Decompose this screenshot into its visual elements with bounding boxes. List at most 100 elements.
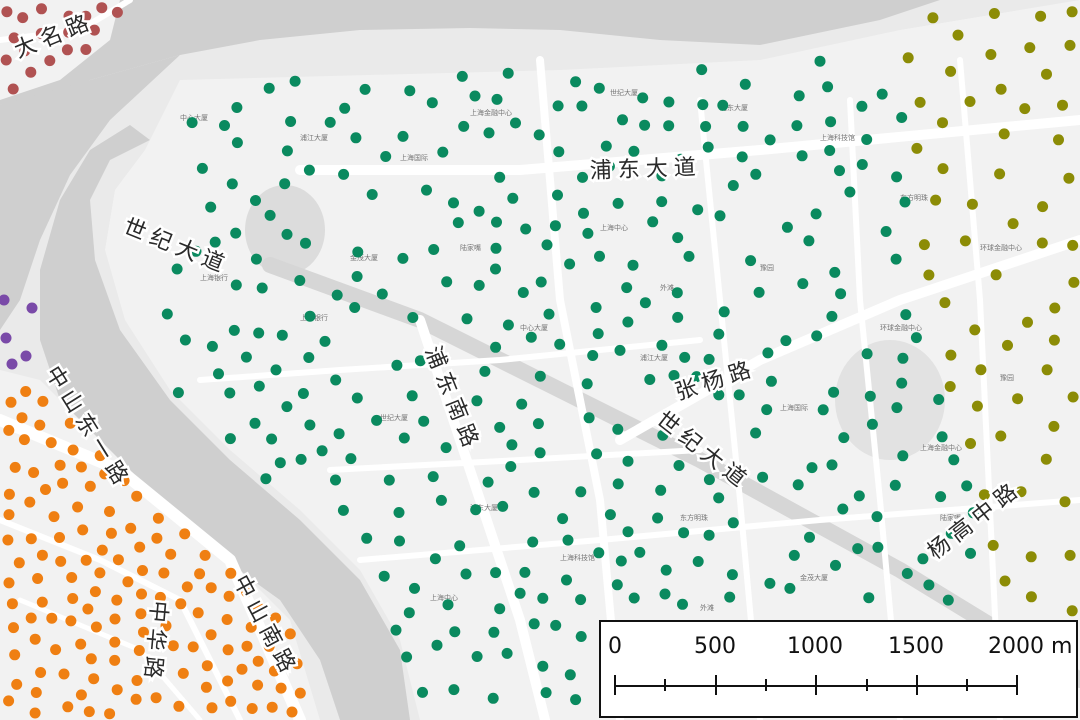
station-point-olive[interactable] (1048, 420, 1060, 432)
station-point-green[interactable] (575, 631, 587, 642)
station-point-green[interactable] (376, 288, 388, 300)
station-point-green[interactable] (697, 99, 709, 111)
station-point-green[interactable] (891, 402, 903, 414)
station-point-green[interactable] (452, 217, 464, 229)
station-point-orange[interactable] (29, 633, 41, 645)
station-point-orange[interactable] (48, 511, 60, 523)
station-point-green[interactable] (683, 250, 695, 262)
station-point-orange[interactable] (2, 534, 14, 546)
station-point-green[interactable] (797, 278, 809, 290)
station-point-brown[interactable] (17, 12, 29, 24)
station-point-green[interactable] (587, 350, 599, 361)
station-point-green[interactable] (622, 526, 634, 538)
station-point-green[interactable] (614, 344, 626, 356)
station-point-orange[interactable] (246, 703, 258, 714)
station-point-green[interactable] (780, 335, 792, 347)
station-point-orange[interactable] (199, 549, 211, 561)
station-point-green[interactable] (228, 324, 240, 336)
station-point-orange[interactable] (5, 396, 17, 408)
station-point-green[interactable] (393, 507, 405, 518)
station-point-green[interactable] (514, 587, 526, 599)
station-point-green[interactable] (621, 282, 633, 294)
station-point-green[interactable] (473, 279, 485, 291)
station-point-green[interactable] (528, 486, 540, 498)
station-point-green[interactable] (739, 78, 751, 90)
station-point-olive[interactable] (966, 198, 978, 210)
station-point-green[interactable] (186, 117, 198, 129)
station-point-olive[interactable] (1067, 391, 1079, 403)
station-point-green[interactable] (656, 339, 668, 351)
station-point-green[interactable] (442, 599, 454, 611)
station-point-green[interactable] (303, 164, 315, 176)
station-point-orange[interactable] (275, 682, 287, 694)
station-point-green[interactable] (856, 159, 868, 170)
station-point-green[interactable] (942, 594, 954, 606)
station-point-brown[interactable] (36, 3, 47, 15)
station-point-green[interactable] (461, 313, 473, 325)
station-point-orange[interactable] (20, 386, 32, 397)
station-point-orange[interactable] (9, 649, 21, 661)
station-point-green[interactable] (297, 388, 309, 399)
station-point-green[interactable] (804, 531, 815, 543)
station-point-green[interactable] (541, 239, 553, 251)
station-point-green[interactable] (352, 246, 364, 258)
station-point-green[interactable] (713, 328, 725, 340)
station-point-olive[interactable] (988, 8, 1000, 19)
station-point-green[interactable] (806, 462, 818, 474)
station-point-green[interactable] (319, 335, 331, 347)
station-point-green[interactable] (418, 415, 430, 427)
station-point-orange[interactable] (266, 701, 278, 713)
station-point-green[interactable] (437, 146, 449, 158)
station-point-green[interactable] (791, 120, 803, 132)
station-point-green[interactable] (534, 370, 546, 382)
station-point-green[interactable] (718, 306, 730, 318)
station-point-green[interactable] (473, 205, 485, 217)
station-point-green[interactable] (490, 567, 502, 579)
station-point-green[interactable] (471, 651, 483, 662)
station-point-olive[interactable] (914, 96, 926, 108)
station-point-green[interactable] (864, 390, 876, 402)
station-point-green[interactable] (253, 380, 265, 392)
station-point-green[interactable] (333, 428, 345, 440)
station-point-olive[interactable] (937, 163, 949, 175)
station-point-purple[interactable] (20, 350, 32, 362)
station-point-olive[interactable] (998, 128, 1010, 140)
station-point-green[interactable] (553, 146, 565, 158)
station-point-green[interactable] (737, 120, 749, 132)
station-point-green[interactable] (612, 423, 624, 435)
map-view[interactable]: 中心大厦浦江大厦上海国际上海金融中心世纪大厦浦东大厦上海科技馆东方明珠金茂大厦陆… (0, 0, 1080, 720)
station-point-green[interactable] (270, 364, 282, 376)
station-point-green[interactable] (727, 517, 739, 529)
station-point-olive[interactable] (1035, 10, 1047, 22)
station-point-green[interactable] (260, 473, 272, 485)
station-point-green[interactable] (421, 184, 432, 196)
station-point-orange[interactable] (11, 678, 23, 690)
station-point-green[interactable] (448, 197, 459, 209)
station-point-orange[interactable] (167, 640, 179, 652)
station-point-green[interactable] (263, 82, 275, 94)
station-point-green[interactable] (549, 220, 561, 232)
station-point-orange[interactable] (105, 527, 117, 539)
station-point-olive[interactable] (1068, 276, 1080, 288)
station-point-green[interactable] (206, 340, 218, 352)
station-point-orange[interactable] (111, 684, 123, 696)
station-point-orange[interactable] (104, 708, 116, 720)
station-point-green[interactable] (219, 120, 230, 131)
station-point-green[interactable] (901, 568, 913, 579)
station-point-green[interactable] (226, 178, 238, 190)
station-point-green[interactable] (397, 252, 409, 264)
station-point-orange[interactable] (80, 554, 92, 566)
station-point-green[interactable] (576, 100, 588, 112)
station-point-green[interactable] (863, 592, 875, 604)
station-point-green[interactable] (266, 433, 278, 445)
station-point-orange[interactable] (32, 573, 44, 584)
station-point-green[interactable] (494, 603, 506, 615)
station-point-green[interactable] (764, 134, 776, 146)
station-point-green[interactable] (507, 192, 519, 204)
station-point-green[interactable] (264, 209, 276, 221)
station-point-orange[interactable] (57, 477, 69, 489)
station-point-olive[interactable] (1012, 393, 1024, 405)
station-point-orange[interactable] (225, 567, 237, 579)
station-point-green[interactable] (525, 331, 537, 343)
station-point-olive[interactable] (923, 269, 935, 281)
